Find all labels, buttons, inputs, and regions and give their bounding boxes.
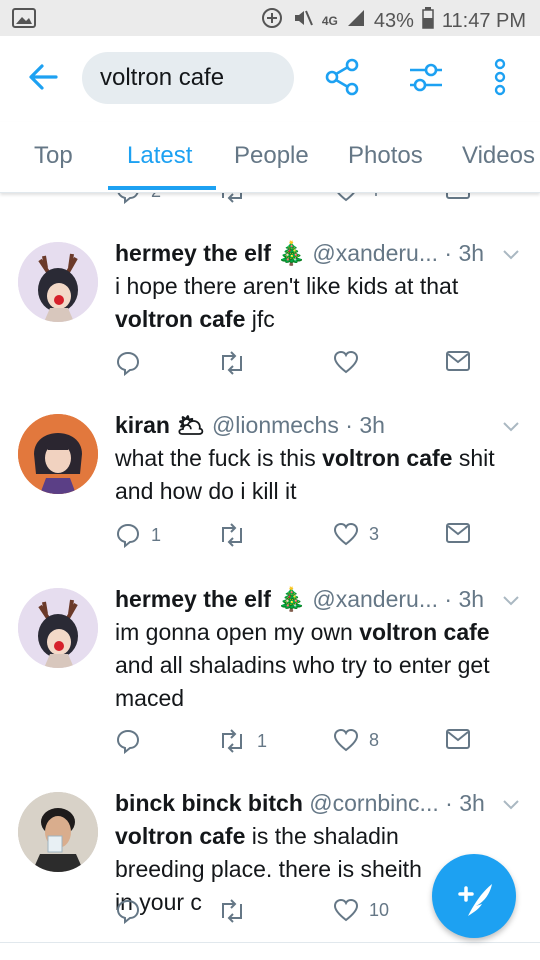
tweet-time: 3h <box>458 240 485 266</box>
reply-button[interactable]: 2 <box>115 192 161 204</box>
compose-feather-icon <box>458 884 492 916</box>
search-query: voltron cafe <box>100 64 225 91</box>
tweet-author-handle[interactable]: @xanderu... <box>312 240 438 266</box>
reply-count: 1 <box>151 524 162 545</box>
tweet-text: what the fuck is this voltron cafe shit … <box>115 442 525 508</box>
search-tabs: Top Latest People Photos Videos <box>0 122 540 193</box>
tab-top[interactable]: Top <box>34 142 73 170</box>
reply-button[interactable] <box>115 898 151 924</box>
tweet-text: i hope there aren't like kids at that vo… <box>115 270 525 336</box>
tweet-time: 3h <box>459 790 485 816</box>
reply-button[interactable] <box>115 350 151 376</box>
clock: 11:47 PM <box>441 9 526 32</box>
tweet-text-highlight: voltron cafe <box>322 445 453 471</box>
tweet-separator: · <box>445 790 460 816</box>
tweet-time: 3h <box>458 586 485 612</box>
tweet-author-handle[interactable]: @lionmechs <box>212 412 339 438</box>
tweet-separator: · <box>444 586 459 612</box>
avatar[interactable] <box>18 792 98 872</box>
like-button[interactable]: 4 <box>333 192 379 202</box>
filter-settings-icon[interactable] <box>408 58 444 96</box>
like-count: 4 <box>369 192 379 201</box>
tweet-text-highlight: voltron cafe <box>115 823 246 849</box>
signal-icon <box>346 8 366 34</box>
tweet-2[interactable]: kiran 🌥 @lionmechs · 3h what the fuck is… <box>0 392 540 567</box>
tweet-author-name[interactable]: hermey the elf 🎄 <box>115 586 306 612</box>
mute-icon <box>292 7 314 35</box>
reply-count: 2 <box>151 192 161 202</box>
tweet-3[interactable]: hermey the elf 🎄 @xanderu... · 3h im gon… <box>0 566 540 773</box>
tab-photos[interactable]: Photos <box>348 142 423 170</box>
like-button[interactable]: 3 <box>333 522 379 546</box>
like-button[interactable] <box>333 350 369 374</box>
data-saver-icon <box>260 6 284 36</box>
tweet-author-handle[interactable]: @cornbinc... <box>309 790 438 816</box>
retweet-button[interactable] <box>217 898 257 924</box>
tweet-author-name[interactable]: kiran 🌥 <box>115 412 206 438</box>
avatar[interactable] <box>18 242 98 322</box>
tweet-author-name[interactable]: binck binck bitch <box>115 790 303 816</box>
chevron-down-icon[interactable] <box>502 798 520 810</box>
tab-latest[interactable]: Latest <box>127 142 192 170</box>
tweet-time: 3h <box>359 412 385 438</box>
tweet-text-part: jfc <box>245 306 275 332</box>
tab-people[interactable]: People <box>234 142 309 170</box>
tweet-text-part: i hope there aren't like kids at that <box>115 273 459 299</box>
share-icon[interactable] <box>324 58 360 96</box>
like-button[interactable]: 10 <box>333 898 389 922</box>
tweet-text-part: im gonna open my own <box>115 619 360 645</box>
avatar[interactable] <box>18 588 98 668</box>
tweet-author-handle[interactable]: @xanderu... <box>312 586 438 612</box>
tweet-1[interactable]: hermey the elf 🎄 @xanderu... · 3h i hope… <box>0 220 540 393</box>
overflow-menu-icon[interactable] <box>490 58 510 96</box>
share-dm-button[interactable] <box>445 522 471 544</box>
retweet-count: 1 <box>257 730 268 751</box>
network-type: 4G <box>321 14 338 28</box>
tweet-separator: · <box>444 240 459 266</box>
avatar[interactable] <box>18 414 98 494</box>
search-input[interactable]: voltron cafe <box>82 52 294 104</box>
reply-button[interactable]: 1 <box>115 522 161 548</box>
retweet-button[interactable] <box>217 192 247 204</box>
chevron-down-icon[interactable] <box>502 594 520 606</box>
reply-button[interactable] <box>115 728 151 754</box>
tweet-text: im gonna open my own voltron cafe and al… <box>115 616 525 715</box>
gallery-notification-icon <box>12 8 36 34</box>
compose-tweet-button[interactable] <box>432 854 516 938</box>
tweet-text-highlight: voltron cafe <box>359 619 490 645</box>
back-arrow-icon[interactable] <box>26 60 60 94</box>
tweet-author-name[interactable]: hermey the elf 🎄 <box>115 240 306 266</box>
status-bar: 4G 43% 11:47 PM <box>0 0 540 36</box>
share-dm-button[interactable] <box>445 192 471 200</box>
share-dm-button[interactable] <box>445 350 471 372</box>
chevron-down-icon[interactable] <box>502 420 520 432</box>
like-count: 3 <box>369 523 380 544</box>
like-button[interactable]: 8 <box>333 728 379 752</box>
like-count: 8 <box>369 729 380 750</box>
tweet-text-part: and all shaladins who try to enter get m… <box>115 652 490 711</box>
retweet-button[interactable] <box>217 522 257 548</box>
tab-videos[interactable]: Videos <box>462 142 535 170</box>
tweet-partial[interactable]: 2 4 <box>0 192 540 221</box>
retweet-button[interactable]: 1 <box>217 728 267 754</box>
active-tab-indicator <box>108 186 216 190</box>
battery-icon <box>422 7 434 35</box>
retweet-button[interactable] <box>217 350 257 376</box>
tweet-separator: · <box>345 412 360 438</box>
search-header: voltron cafe <box>0 36 540 122</box>
share-dm-button[interactable] <box>445 728 471 750</box>
tweet-text-highlight: voltron cafe <box>115 306 246 332</box>
like-count: 10 <box>369 899 390 920</box>
tweet-text-part: what the fuck is this <box>115 445 323 471</box>
tweet-feed[interactable]: 2 4 hermey the elf 🎄 @xanderu... · 3h i … <box>0 192 540 960</box>
battery-percent: 43% <box>373 9 414 32</box>
chevron-down-icon[interactable] <box>502 248 520 260</box>
